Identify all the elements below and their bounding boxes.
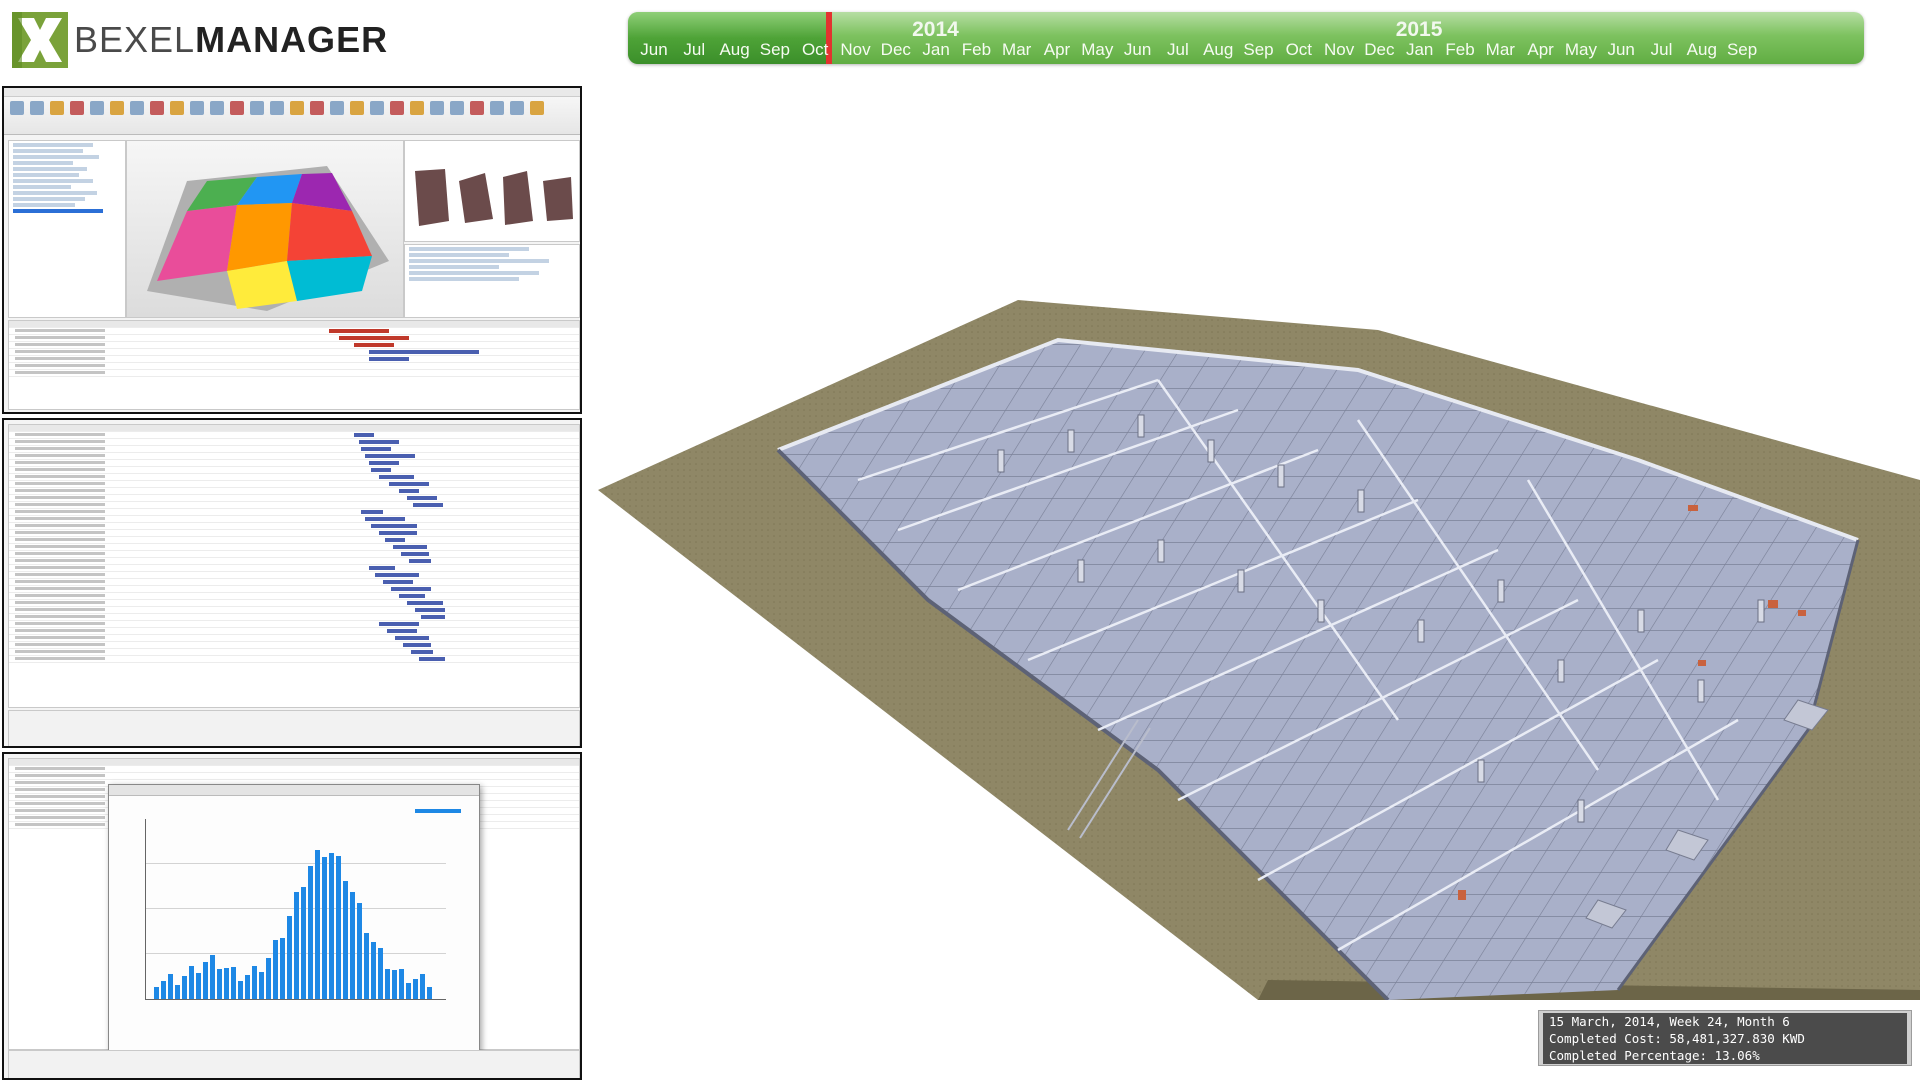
logo-text-light: BEXEL <box>74 19 196 60</box>
ribbon-toolbar <box>4 88 580 135</box>
app-screenshot-gantt-schedule <box>2 418 582 748</box>
histogram-bar <box>161 980 166 999</box>
timeline-month-22[interactable]: Apr <box>1527 40 1553 60</box>
histogram-bar <box>189 966 194 999</box>
histogram-bar <box>154 986 159 999</box>
histogram-bar <box>252 965 257 999</box>
bexel-manager-logo: BEXELMANAGER <box>12 12 388 68</box>
schedule-timeline-bar[interactable]: 2014 2015 Jun Jul Aug Sep Oct Nov Dec Jan Feb Mar A… <box>628 12 1864 64</box>
histogram-bar <box>287 915 292 999</box>
app-screenshot-cost-report <box>2 752 582 1080</box>
properties-panel <box>404 244 580 318</box>
histogram-bar <box>224 968 229 999</box>
colored-zones-3d-view <box>126 140 404 318</box>
timeline-year-2014: 2014 <box>912 18 959 41</box>
histogram-bar <box>196 972 201 999</box>
histogram-bar <box>238 980 243 999</box>
timeline-month-26[interactable]: Aug <box>1687 40 1717 60</box>
status-date-line: 15 March, 2014, Week 24, Month 6 <box>1546 1013 1793 1030</box>
section-3d-view <box>404 140 580 242</box>
histogram-bar <box>329 853 334 999</box>
histogram-bar <box>273 940 278 999</box>
timeline-month-17[interactable]: Nov <box>1324 40 1354 60</box>
task-details-panel <box>8 710 580 746</box>
timeline-month-13[interactable]: Jul <box>1167 40 1189 60</box>
histogram-bar <box>294 892 299 999</box>
histogram-bar <box>266 957 271 999</box>
histogram-bar <box>350 891 355 999</box>
timeline-month-2[interactable]: Aug <box>719 40 749 60</box>
gantt-chart-panel <box>8 424 580 708</box>
cost-histogram-plot <box>145 819 446 1000</box>
histogram-bar <box>371 941 376 999</box>
histogram-bar <box>322 857 327 999</box>
histogram-bar <box>245 974 250 999</box>
histogram-bar <box>168 974 173 999</box>
timeline-month-1[interactable]: Jul <box>683 40 705 60</box>
construction-4d-model-view[interactable] <box>598 300 1920 1002</box>
report-legend-swatch <box>415 809 461 813</box>
timeline-month-5[interactable]: Nov <box>840 40 870 60</box>
histogram-bar <box>378 947 383 999</box>
timeline-month-25[interactable]: Jul <box>1651 40 1673 60</box>
timeline-month-27[interactable]: Sep <box>1727 40 1757 60</box>
histogram-bar <box>406 983 411 999</box>
timeline-month-19[interactable]: Jan <box>1406 40 1433 60</box>
timeline-month-4[interactable]: Oct <box>802 40 828 60</box>
histogram-bar <box>210 954 215 999</box>
app-screenshot-model-view <box>2 86 582 414</box>
timeline-months: Jun Jul Aug Sep Oct Nov Dec Jan Feb Mar Apr May Jun J… <box>628 40 1864 62</box>
status-cost-line: Completed Cost: 58,481,327.830 KWD <box>1546 1030 1808 1047</box>
timeline-month-9[interactable]: Mar <box>1002 40 1031 60</box>
histogram-bar <box>315 849 320 999</box>
timeline-month-7[interactable]: Jan <box>922 40 949 60</box>
timeline-month-20[interactable]: Feb <box>1445 40 1474 60</box>
timeline-month-15[interactable]: Sep <box>1243 40 1273 60</box>
bexel-x-logo-icon <box>12 12 68 68</box>
timeline-month-0[interactable]: Jun <box>640 40 667 60</box>
histogram-bar <box>336 855 341 999</box>
histogram-bar <box>413 979 418 999</box>
cost-report-dialog <box>108 784 480 1054</box>
histogram-bar <box>308 865 313 999</box>
timeline-month-16[interactable]: Oct <box>1286 40 1312 60</box>
histogram-bar <box>175 985 180 999</box>
timeline-month-11[interactable]: May <box>1081 40 1113 60</box>
logo-wordmark: BEXELMANAGER <box>74 19 388 61</box>
histogram-bar <box>385 969 390 999</box>
timeline-month-24[interactable]: Jun <box>1607 40 1634 60</box>
histogram-bar <box>427 986 432 999</box>
histogram-bar <box>420 974 425 999</box>
timeline-month-10[interactable]: Apr <box>1044 40 1070 60</box>
timeline-year-2015: 2015 <box>1395 18 1443 41</box>
histogram-bar <box>301 886 306 999</box>
simulation-status-box: 15 March, 2014, Week 24, Month 6 Complet… <box>1538 1010 1912 1066</box>
histogram-bar <box>217 969 222 999</box>
timeline-month-12[interactable]: Jun <box>1124 40 1151 60</box>
timeline-month-23[interactable]: May <box>1565 40 1597 60</box>
histogram-bar <box>203 962 208 999</box>
histogram-bar <box>280 938 285 999</box>
timeline-years: 2014 2015 <box>628 18 1864 41</box>
histogram-bar <box>231 966 236 999</box>
report-footer-panel <box>8 1050 580 1078</box>
timeline-month-6[interactable]: Dec <box>881 40 911 60</box>
schedule-gantt-panel <box>8 320 580 410</box>
histogram-bar <box>259 971 264 999</box>
histogram-bar <box>399 968 404 999</box>
histogram-bar <box>182 976 187 999</box>
timeline-month-8[interactable]: Feb <box>962 40 991 60</box>
histogram-bar <box>364 932 369 999</box>
status-percent-line: Completed Percentage: 13.06% <box>1546 1047 1763 1064</box>
timeline-month-14[interactable]: Aug <box>1203 40 1233 60</box>
histogram-bar <box>357 903 362 999</box>
histogram-bar <box>392 970 397 999</box>
histogram-bar <box>343 881 348 999</box>
timeline-month-21[interactable]: Mar <box>1486 40 1515 60</box>
timeline-month-3[interactable]: Sep <box>760 40 790 60</box>
logo-text-bold: MANAGER <box>195 19 389 60</box>
timeline-month-18[interactable]: Dec <box>1364 40 1394 60</box>
building-explorer-tree <box>8 140 126 318</box>
